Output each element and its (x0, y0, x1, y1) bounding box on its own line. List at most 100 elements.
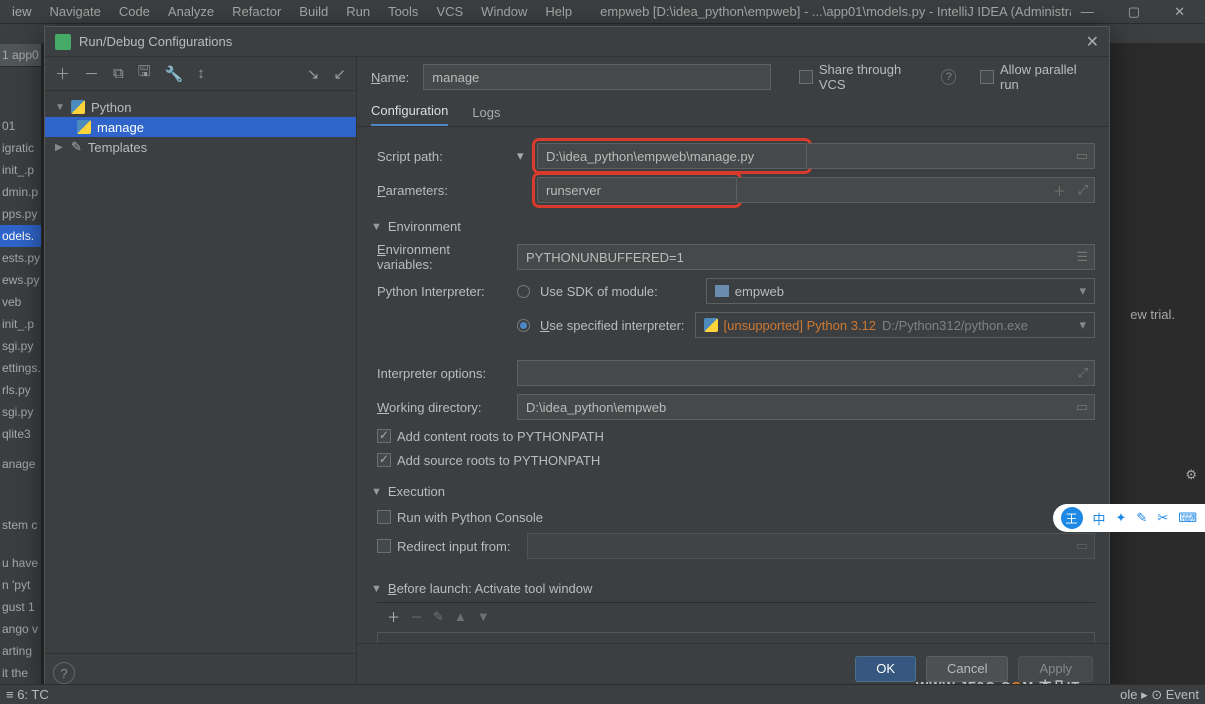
ok-button[interactable]: OK (855, 656, 916, 682)
config-toolbar: ＋ － ⧉ 🖫 🔧 ↕ ↘ ↙ (45, 57, 356, 91)
tab-configuration[interactable]: Configuration (371, 103, 448, 126)
run-debug-config-dialog: Run/Debug Configurations ✕ ＋ － ⧉ 🖫 🔧 ↕ ↘… (44, 26, 1110, 694)
tool-icon[interactable]: ✦ (1116, 510, 1127, 526)
file-item[interactable]: ews.py (0, 269, 41, 291)
remove-config-icon[interactable]: － (84, 63, 99, 84)
menu-build[interactable]: Build (291, 2, 336, 21)
status-left[interactable]: ≡ 6: TC (6, 687, 49, 702)
file-item[interactable]: qlite3 (0, 423, 41, 445)
folder-icon (715, 285, 729, 297)
expand-icon[interactable]: ↘ (307, 65, 320, 83)
use-specified-radio[interactable] (517, 319, 530, 332)
help-icon[interactable]: ? (941, 69, 956, 85)
parameters-input[interactable]: runserver (537, 177, 737, 203)
use-sdk-radio[interactable] (517, 285, 530, 298)
add-content-roots-checkbox[interactable]: Add content roots to PYTHONPATH (377, 429, 604, 444)
expand-icon[interactable]: ⤢ (1078, 365, 1088, 381)
close-icon[interactable]: ✕ (1086, 32, 1099, 52)
file-item[interactable]: dmin.p (0, 181, 41, 203)
scissors-icon[interactable]: ✂ (1157, 510, 1168, 526)
tab-logs[interactable]: Logs (472, 105, 500, 126)
maximize-icon[interactable]: ▢ (1120, 2, 1148, 22)
file-item[interactable]: veb (0, 291, 41, 313)
share-vcs-checkbox[interactable]: Share through VCS (799, 62, 927, 92)
menu-help[interactable]: Help (537, 2, 580, 21)
interpreter-select[interactable]: [unsupported] Python 3.12 D:/Python312/p… (695, 312, 1095, 338)
menu-vcs[interactable]: VCS (428, 2, 471, 21)
menu-code[interactable]: Code (111, 2, 158, 21)
add-source-roots-checkbox[interactable]: Add source roots to PYTHONPATH (377, 453, 600, 468)
menu-window[interactable]: Window (473, 2, 535, 21)
add-config-icon[interactable]: ＋ (55, 63, 70, 84)
script-path-ext[interactable]: ▭ (807, 143, 1095, 169)
file-item[interactable]: init_.p (0, 159, 41, 181)
execution-section[interactable]: ▼Execution (371, 484, 1095, 499)
file-item[interactable]: sgi.py (0, 401, 41, 423)
menu-tools[interactable]: Tools (380, 2, 426, 21)
file-item[interactable]: igratic (0, 137, 41, 159)
tree-python[interactable]: ▼ Python (45, 97, 356, 117)
file-item[interactable]: sgi.py (0, 335, 41, 357)
before-launch-section[interactable]: ▼Before launch: Activate tool window (371, 581, 1095, 596)
add-icon[interactable]: ＋ (1053, 181, 1066, 200)
file-item[interactable]: anage (0, 453, 41, 475)
floating-toolbar[interactable]: 王 中 ✦ ✎ ✂ ⌨ (1053, 504, 1205, 532)
interp-options-input[interactable]: ⤢ (517, 360, 1095, 386)
parameters-ext[interactable]: ＋ ⤢ (737, 177, 1095, 203)
add-task-icon[interactable]: ＋ (387, 607, 400, 626)
editor-line: ango v (0, 618, 41, 640)
up-icon: ▲ (454, 609, 467, 624)
name-input[interactable] (423, 64, 771, 90)
file-item[interactable]: pps.py (0, 203, 41, 225)
menu-refactor[interactable]: Refactor (224, 2, 289, 21)
project-tool-strip[interactable]: 1 app0 01 igratic init_.p dmin.p pps.py … (0, 44, 42, 684)
up-down-icon[interactable]: ↕ (197, 65, 205, 82)
close-window-icon[interactable]: ✕ (1166, 2, 1193, 22)
redirect-input-checkbox[interactable]: Redirect input from: (377, 539, 517, 554)
copy-config-icon[interactable]: ⧉ (113, 65, 124, 82)
folder-icon[interactable]: ▭ (1076, 399, 1088, 415)
project-tab[interactable]: 1 app0 (0, 44, 41, 67)
menu-navigate[interactable]: Navigate (42, 2, 109, 21)
save-config-icon[interactable]: 🖫 (138, 61, 151, 86)
assist-icon[interactable]: 王 (1061, 507, 1083, 529)
allow-parallel-checkbox[interactable]: Allow parallel run (980, 62, 1095, 92)
help-icon[interactable]: ? (53, 662, 75, 684)
wrench-icon[interactable]: 🔧 (165, 65, 184, 83)
file-item-selected[interactable]: odels. (0, 225, 41, 247)
env-vars-input[interactable]: PYTHONUNBUFFERED=1☰ (517, 244, 1095, 270)
working-dir-input[interactable]: D:\idea_python\empweb▭ (517, 394, 1095, 420)
menu-analyze[interactable]: Analyze (160, 2, 222, 21)
run-python-console-checkbox[interactable]: Run with Python Console (377, 510, 543, 525)
tree-manage-selected[interactable]: manage (45, 117, 356, 137)
file-item[interactable]: ests.py (0, 247, 41, 269)
collapse-icon[interactable]: ↙ (333, 65, 346, 83)
file-item[interactable]: init_.p (0, 313, 41, 335)
environment-section[interactable]: ▼Environment (371, 219, 1095, 234)
remove-task-icon: － (410, 607, 423, 626)
settings-gear2-icon[interactable]: ⚙ (1185, 464, 1197, 486)
status-right[interactable]: ole ▸ ⊙ Event (1120, 687, 1199, 703)
folder-icon: ▭ (1076, 538, 1088, 554)
edit-icon[interactable]: ✎ (1136, 510, 1147, 526)
use-sdk-label: Use SDK of module: (540, 284, 658, 299)
ime-zh[interactable]: 中 (1093, 509, 1106, 528)
list-icon[interactable]: ☰ (1076, 249, 1088, 265)
module-select[interactable]: empweb▾ (706, 278, 1095, 304)
script-path-input[interactable]: D:\idea_python\empweb\manage.py (537, 143, 807, 169)
file-item[interactable]: 01 (0, 115, 41, 137)
expand-icon[interactable]: ⤢ (1078, 182, 1088, 198)
file-item[interactable]: ettings. (0, 357, 41, 379)
file-item[interactable]: rls.py (0, 379, 41, 401)
main-menubar[interactable]: iew Navigate Code Analyze Refactor Build… (0, 0, 1205, 24)
chevron-down-icon[interactable]: ▾ (517, 148, 527, 164)
keyboard-icon[interactable]: ⌨ (1178, 510, 1197, 526)
minimize-icon[interactable]: — (1073, 2, 1102, 22)
tree-templates[interactable]: ▶✎ Templates (45, 137, 356, 157)
python-icon (71, 100, 85, 114)
menu-view[interactable]: iew (4, 2, 40, 21)
file-item[interactable] (0, 445, 41, 453)
config-tree[interactable]: ▼ Python manage ▶✎ Templates (45, 91, 356, 653)
menu-run[interactable]: Run (338, 2, 378, 21)
folder-icon[interactable]: ▭ (1076, 148, 1088, 164)
